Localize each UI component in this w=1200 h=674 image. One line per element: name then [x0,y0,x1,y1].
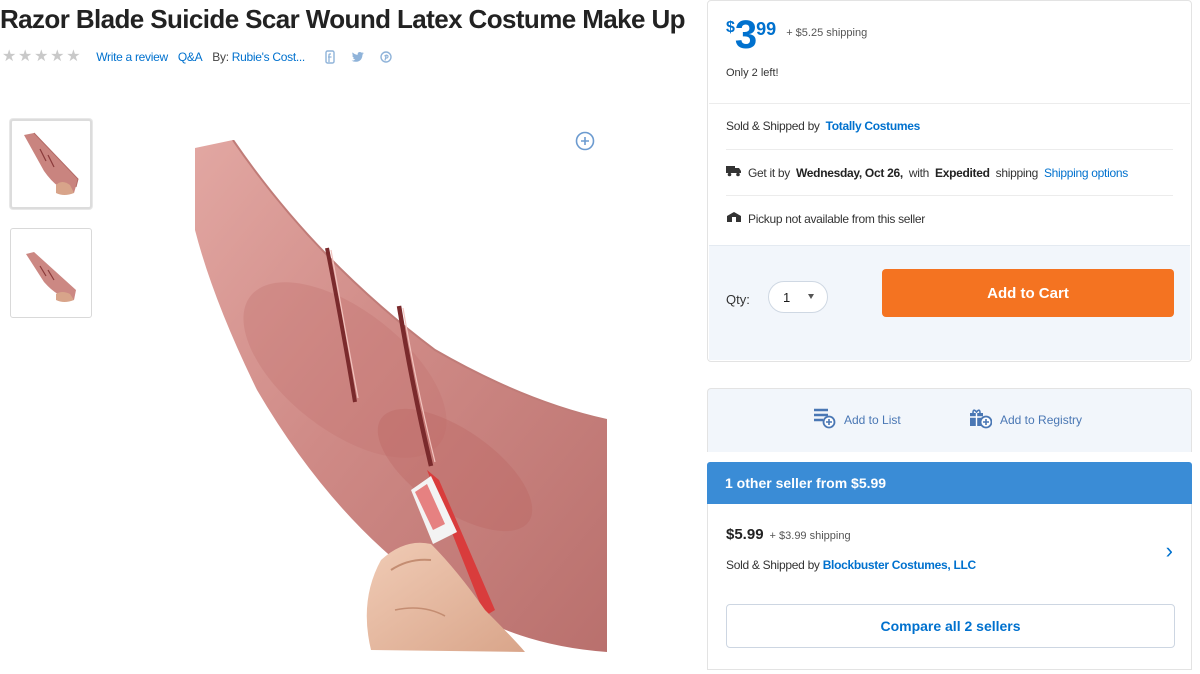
pickup-line: Pickup not available from this seller [726,211,925,226]
gift-add-icon [968,407,993,432]
qty-value: 1 [783,289,791,305]
delivery-line: Get it by Wednesday, Oct 26, with Expedi… [726,165,1128,180]
product-title: Razor Blade Suicide Scar Wound Latex Cos… [0,4,686,34]
other-sellers-title: 1 other seller from $5.99 [725,475,887,491]
qty-select[interactable]: 1 [768,281,828,313]
buy-box: $ 3 99 + $5.25 shipping Only 2 left! Sol… [707,0,1192,362]
twitter-icon[interactable] [351,50,365,64]
add-to-registry-label: Add to Registry [1000,412,1083,427]
star-icon: ★ [50,48,65,65]
share-icons [323,50,393,64]
delivery-prefix: Get it by [748,165,790,180]
add-to-registry-button[interactable]: Add to Registry [968,407,1082,432]
by-label: By: [212,50,229,64]
seller-link[interactable]: Totally Costumes [826,119,921,133]
product-meta-row: ★ ★ ★ ★ ★ Write a review Q&A By: Rubie's… [2,46,393,68]
store-icon [726,211,742,226]
product-thumbnail[interactable] [10,228,92,318]
price-currency: $ [726,19,735,36]
add-to-list-button[interactable]: Add to List [812,407,901,432]
brand-link[interactable]: Rubie's Cost... [232,50,305,64]
product-main-image [195,139,608,655]
star-icon: ★ [18,48,33,65]
star-icon: ★ [2,48,17,65]
add-to-list-label: Add to List [844,412,901,427]
stock-status: Only 2 left! [726,67,779,79]
delivery-with: with [908,165,929,180]
arm-thumbnail-image [26,252,76,302]
list-actions: Add to List Add to Registry [707,388,1192,452]
offer-sold-by-label: Sold & Shipped by [726,558,820,572]
qa-link[interactable]: Q&A [178,50,203,64]
shipping-cost: + $5.25 shipping [786,27,868,39]
offer-price-row: $5.99 + $3.99 shipping [726,526,851,543]
add-to-cart-bar: Qty: 1 Add to Cart [709,245,1190,360]
chevron-right-icon[interactable]: › [1166,538,1173,564]
facebook-icon[interactable] [323,50,337,64]
price-display: $ 3 99 + $5.25 shipping [726,15,867,55]
shipping-options-link[interactable]: Shipping options [1044,166,1128,180]
divider [726,149,1173,150]
star-icon: ★ [66,48,81,65]
pinterest-icon[interactable] [379,50,393,64]
price-dollars: 3 [734,13,757,57]
rating-stars[interactable]: ★ ★ ★ ★ ★ [2,48,81,65]
arm-thumbnail-image [24,132,79,195]
truck-icon [726,165,742,180]
other-sellers-header: 1 other seller from $5.99 [707,462,1192,512]
add-to-cart-button[interactable]: Add to Cart [882,269,1174,317]
qty-label: Qty: [726,292,750,307]
price-cents: 99 [756,19,777,39]
pickup-text: Pickup not available from this seller [748,211,925,226]
product-thumbnail[interactable] [10,119,92,209]
list-add-icon [812,407,836,432]
star-icon: ★ [34,48,49,65]
compare-sellers-button[interactable]: Compare all 2 sellers [726,604,1175,648]
offer-price: $5.99 [726,526,764,543]
write-review-link[interactable]: Write a review [96,50,168,64]
caret-down-icon [808,294,814,299]
delivery-suffix: shipping [995,165,1039,180]
other-seller-offer: $5.99 + $3.99 shipping Sold & Shipped by… [707,504,1192,670]
offer-seller-line: Sold & Shipped by Blockbuster Costumes, … [726,558,976,572]
offer-seller-link[interactable]: Blockbuster Costumes, LLC [823,558,977,572]
sold-by-label: Sold & Shipped by [726,119,820,133]
divider [726,195,1173,196]
delivery-date: Wednesday, Oct 26, [795,165,903,180]
divider [709,103,1190,104]
delivery-method: Expedited [935,165,990,180]
sold-by-line: Sold & Shipped by Totally Costumes [726,119,920,133]
offer-shipping: + $3.99 shipping [769,530,851,542]
brand-byline: By: Rubie's Cost... [212,50,305,64]
